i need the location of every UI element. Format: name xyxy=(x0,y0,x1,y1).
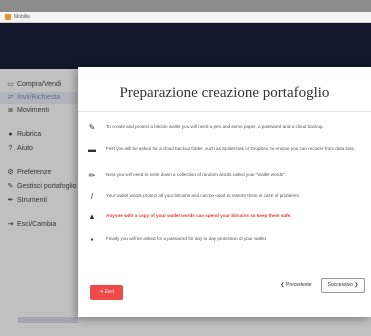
warning-icon: ▲ xyxy=(88,212,96,221)
sign-out-icon: ⇥ xyxy=(98,289,104,295)
step-text: First you will be asked for a cloud back… xyxy=(106,146,355,151)
next-button[interactable]: Successivo ❯ xyxy=(321,278,365,293)
dialog-divider xyxy=(78,111,371,112)
exit-button[interactable]: ⇥ Esci xyxy=(90,285,123,300)
step-text: Next you will need to write down a colle… xyxy=(106,172,286,177)
dialog-title: Preparazione creazione portafoglio xyxy=(119,85,330,101)
exit-button-label: Esci xyxy=(104,289,115,295)
pen-icon: / xyxy=(90,192,94,201)
previous-button-label: Precedente xyxy=(286,282,312,288)
step-text: Finally you will be asked for a password… xyxy=(106,236,268,241)
chevron-left-icon: ❮ xyxy=(280,282,285,288)
step-text: Anyone with a copy of your wallet words … xyxy=(106,213,292,218)
chevron-right-icon: ❯ xyxy=(354,282,359,288)
wallet-creation-dialog: Preparazione creazione portafoglio ✎ To … xyxy=(78,67,371,317)
next-button-label: Successivo xyxy=(327,282,353,288)
app-logo-icon xyxy=(5,14,11,20)
window-title: Mobilia xyxy=(14,14,30,20)
folder-icon: ▬ xyxy=(88,145,96,154)
lock-icon: ▪ xyxy=(90,235,94,244)
edit-icon: ✎ xyxy=(88,123,96,132)
step-text: Your wallet words protect all your bitco… xyxy=(106,193,300,198)
step-text: To create and protect a bitcoin wallet y… xyxy=(106,124,324,129)
top-header-bar xyxy=(0,23,371,69)
previous-button[interactable]: ❮ Precedente xyxy=(274,279,318,292)
title-bar: Mobilia xyxy=(0,12,371,23)
pencil-icon: ✏ xyxy=(88,171,96,180)
